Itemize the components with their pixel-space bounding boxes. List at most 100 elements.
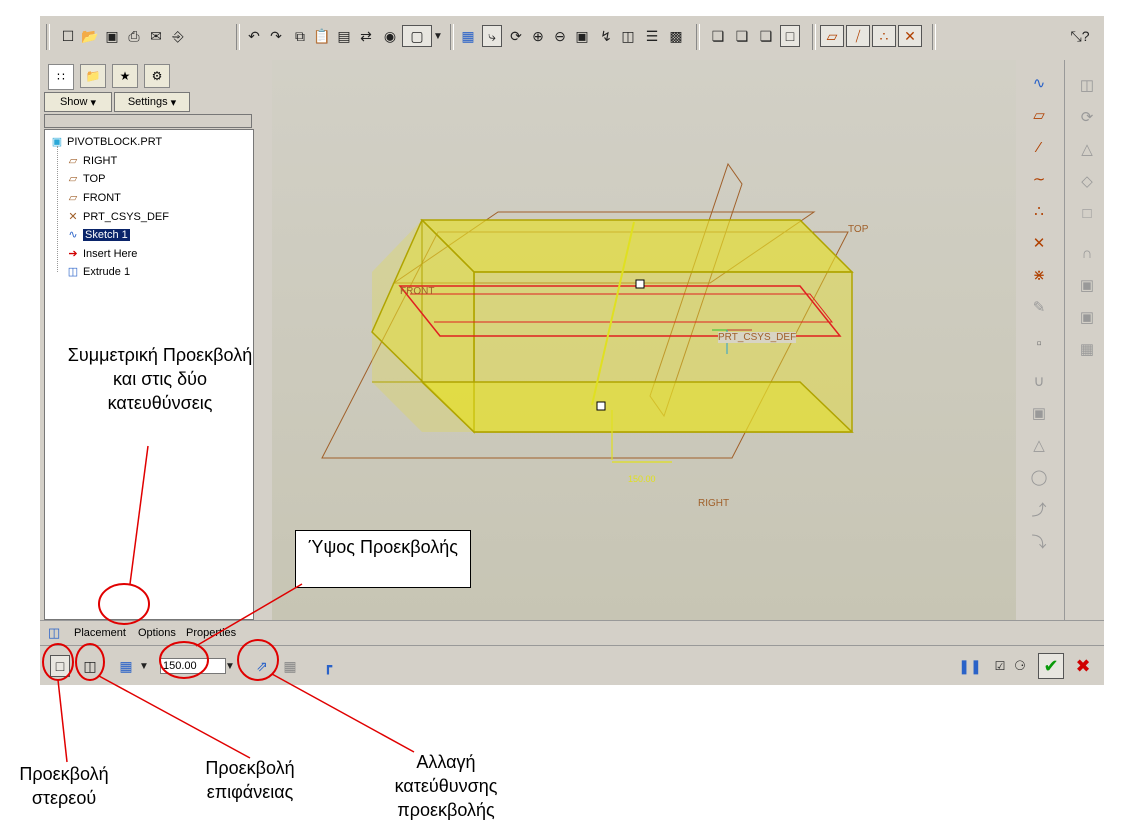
remove-material-icon[interactable]: ▦ [280, 655, 300, 677]
tree-item[interactable]: ▱ FRONT [63, 189, 121, 206]
new-icon[interactable]: ☐ [58, 25, 78, 47]
repaint-icon[interactable]: ▦ [458, 25, 478, 47]
round-tool-icon[interactable]: ⤴ [1028, 498, 1050, 520]
sweep-tool-icon[interactable]: △ [1076, 138, 1098, 160]
csys-icon: ✕ [68, 211, 78, 223]
drag-handle-top[interactable] [635, 279, 645, 289]
undo-icon[interactable]: ↶ [244, 25, 264, 47]
saved-views-icon[interactable]: ◫ [618, 25, 638, 47]
no-hidden-icon[interactable]: ❏ [756, 25, 776, 47]
refit-icon[interactable]: ▣ [572, 25, 592, 47]
hidden-line-icon[interactable]: ❏ [732, 25, 752, 47]
thicken-sketch-icon[interactable]: ┏ [318, 655, 338, 677]
print-icon[interactable]: ⎙ [124, 25, 144, 47]
table-tool-icon[interactable]: ▦ [1076, 338, 1098, 360]
zoom-in-icon[interactable]: ⊕ [528, 25, 548, 47]
settings-menu-button[interactable]: Settings ▾ [114, 92, 190, 112]
datum-axes-icon[interactable]: ⧸ [846, 25, 870, 47]
tree-item[interactable]: ▱ TOP [63, 170, 106, 187]
confirm-icon[interactable]: ✔ [1038, 653, 1064, 679]
insert-arrow-icon: ➔ [68, 248, 78, 260]
revolve-tool-icon[interactable]: ⟳ [1076, 106, 1098, 128]
wireframe-icon[interactable]: ❏ [708, 25, 728, 47]
tree-item[interactable]: ◫ Extrude 1 [63, 263, 130, 280]
placement-tab[interactable]: Placement [74, 627, 126, 639]
datum-axis-tool-icon[interactable]: ⁄ [1028, 136, 1050, 158]
favorites-tab[interactable]: ★ [112, 64, 138, 88]
tree-item[interactable]: ▱ RIGHT [63, 152, 117, 169]
paste-special-icon[interactable]: ▤ [334, 25, 354, 47]
blend-tool-icon[interactable]: ◇ [1076, 170, 1098, 192]
pause-icon[interactable]: ❚❚ [958, 655, 981, 677]
select-box-icon[interactable]: ▢ [402, 25, 432, 47]
datum-point-tool-icon[interactable]: ∴ [1028, 200, 1050, 222]
datum-curve-tool-icon[interactable]: ∼ [1028, 168, 1050, 190]
connections-tab[interactable]: ⚙ [144, 64, 170, 88]
orient-icon[interactable]: ⟳ [506, 25, 526, 47]
depth-options-dropdown-icon[interactable]: ▼ [138, 655, 150, 677]
drag-handle-bottom[interactable] [596, 401, 606, 411]
datum-plane-icon: ▱ [68, 155, 78, 167]
rib-tool-icon[interactable]: △ [1028, 434, 1050, 456]
options-tab[interactable]: Options [138, 627, 176, 639]
datum-graph-tool-icon[interactable]: ✎ [1028, 296, 1050, 318]
send-icon[interactable]: ✉ [146, 25, 166, 47]
pattern-tool-icon[interactable]: ▫ [1028, 332, 1050, 354]
hole-tool-icon[interactable]: ∪ [1028, 370, 1050, 392]
preview-glasses-icon[interactable]: ⚆ [1010, 655, 1030, 677]
find-icon[interactable]: ◉ [380, 25, 400, 47]
symmetric-depth-icon[interactable]: ▦ [116, 655, 136, 677]
shading-icon[interactable]: □ [780, 25, 800, 47]
depth-value-input[interactable] [160, 658, 226, 674]
toolbar-separator [696, 24, 700, 50]
cancel-icon[interactable]: ✖ [1070, 653, 1096, 679]
copy-icon[interactable]: ⧉ [290, 25, 310, 47]
zoom-out-icon[interactable]: ⊖ [550, 25, 570, 47]
boundary-tool-icon[interactable]: □ [1076, 202, 1098, 224]
intersect-tool-icon[interactable]: ▣ [1076, 306, 1098, 328]
select-dropdown-icon[interactable]: ▼ [432, 25, 444, 47]
csys-icon[interactable]: ✕ [898, 25, 922, 47]
callout-solid-line [57, 679, 68, 763]
open-icon[interactable]: 📂 [80, 25, 100, 47]
depth-dimension-label[interactable]: 150.00 [628, 474, 656, 484]
tree-item[interactable]: ∿ Sketch 1 [63, 226, 130, 243]
whats-this-icon[interactable]: ⤡? [1070, 25, 1090, 47]
email-icon[interactable]: ⎆ [168, 25, 188, 47]
chamfer-tool-icon[interactable]: ⤵ [1028, 530, 1050, 552]
tree-item[interactable]: ✕ PRT_CSYS_DEF [63, 208, 169, 225]
save-icon[interactable]: ▣ [102, 25, 122, 47]
paste-icon[interactable]: 📋 [312, 25, 332, 47]
datum-plane-tool-icon[interactable]: ▱ [1028, 104, 1050, 126]
folder-browser-tab[interactable]: 📁 [80, 64, 106, 88]
model-display-icon[interactable]: ▩ [666, 25, 686, 47]
layers-icon[interactable]: ☰ [642, 25, 662, 47]
trim-tool-icon[interactable]: ▣ [1076, 274, 1098, 296]
csys-tool-icon[interactable]: ✕ [1028, 232, 1050, 254]
datum-points-icon[interactable]: ∴ [872, 25, 896, 47]
datum-planes-icon[interactable]: ▱ [820, 25, 844, 47]
merge-tool-icon[interactable]: ∩ [1076, 242, 1098, 264]
tree-item[interactable]: ➔ Insert Here [63, 245, 137, 262]
draft-tool-icon[interactable]: ◯ [1028, 466, 1050, 488]
feature-toolbar: ∿ ▱ ⁄ ∼ ∴ ✕ ⋇ ✎ ▫ ∪ ▣ △ ◯ ⤴ ⤵ ◫ ⟳ △ ◇ □ … [1016, 60, 1104, 620]
shell-tool-icon[interactable]: ▣ [1028, 402, 1050, 424]
analysis-tool-icon[interactable]: ⋇ [1028, 264, 1050, 286]
show-menu-button[interactable]: Show ▾ [44, 92, 112, 112]
reorient-icon[interactable]: ↯ [596, 25, 616, 47]
sketch-tool-icon[interactable]: ∿ [1028, 72, 1050, 94]
spin-center-icon[interactable]: ⤷ [482, 25, 502, 47]
depth-value-dropdown-icon[interactable]: ▼ [224, 655, 236, 677]
flip-direction-icon[interactable]: ⇗ [252, 655, 272, 677]
surface-extrude-icon[interactable]: ◫ [80, 655, 100, 677]
solid-extrude-icon[interactable]: □ [50, 655, 70, 677]
preview-checkbox[interactable]: ☑ [990, 655, 1010, 677]
panel-sash[interactable] [256, 60, 273, 620]
model-tree-tab[interactable]: ∷ [48, 64, 74, 90]
properties-tab[interactable]: Properties [186, 627, 236, 639]
regenerate-icon[interactable]: ⇄ [356, 25, 376, 47]
redo-icon[interactable]: ↷ [266, 25, 286, 47]
extrude-tool-icon[interactable]: ◫ [1076, 74, 1098, 96]
annotation-height: Ύψος Προεκβολής [308, 537, 458, 557]
tree-item[interactable]: ▣ PIVOTBLOCK.PRT [47, 133, 162, 150]
